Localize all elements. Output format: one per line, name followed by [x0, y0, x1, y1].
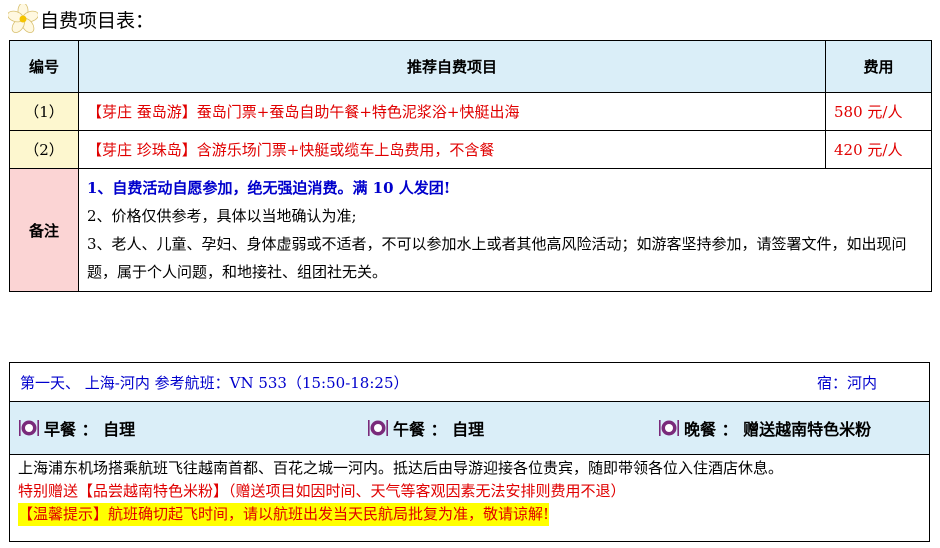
row-number: （1） [9, 92, 79, 131]
row-fee: 580 元/人 [825, 92, 932, 131]
table-row: （1） 【芽庄 蚕岛游】蚕岛门票+蚕岛自助午餐+特色泥浆浴+快艇出海 580 元… [9, 92, 932, 131]
meal-icon [19, 420, 39, 436]
table-header-row: 编号 推荐自费项目 费用 [9, 40, 932, 93]
section-title: 自费项目表： [8, 2, 154, 36]
table-row: （2） 【芽庄 珍珠岛】含游乐场门票+快艇或缆车上岛费用，不含餐 420 元/人 [9, 130, 932, 169]
day-heading: 第一天、 上海-河内 参考航班：VN 533（15:50-18:25） [20, 373, 409, 392]
notes-cell: 1、自费活动自愿参加，绝无强迫消费。满 10 人发团! 2、价格仅供参考，具体以… [78, 168, 932, 292]
dinner-text: 晚餐 ： 赠送越南特色米粉 [684, 420, 872, 439]
day-tip: 【温馨提示】航班确切起飞时间，请以航班出发当天民航局批复为准，敬请谅解! [18, 503, 550, 526]
fee-table: 编号 推荐自费项目 费用 （1） 【芽庄 蚕岛游】蚕岛门票+蚕岛自助午餐+特色泥… [9, 40, 932, 292]
note-3: 3、老人、儿童、孕妇、身体虚弱或不适者，不可以参加水上或者其他高风险活动；如游客… [87, 235, 907, 281]
day-gift: 特别赠送【品尝越南特色米粉】（赠送项目如因时间、天气等客观因素无法安排则费用不退… [18, 482, 626, 500]
breakfast-text: 早餐 ： 自理 [44, 420, 136, 439]
note-2: 2、价格仅供参考，具体以当地确认为准; [87, 207, 357, 225]
meal-dinner: 晚餐 ： 赠送越南特色米粉 [658, 416, 871, 440]
notes-label: 备注 [9, 168, 79, 292]
page-title: 自费项目表： [40, 9, 155, 32]
header-fee: 费用 [825, 40, 932, 93]
day-heading-row: 第一天、 上海-河内 参考航班：VN 533（15:50-18:25） 宿：河内 [10, 363, 929, 402]
meals-row: 早餐 ： 自理 午餐 ： 自理 晚餐 ： 赠送越南特色米粉 [10, 402, 929, 455]
meal-breakfast: 早餐 ： 自理 [18, 416, 135, 440]
row-item: 【芽庄 蚕岛游】蚕岛门票+蚕岛自助午餐+特色泥浆浴+快艇出海 [78, 92, 826, 131]
note-1: 1、自费活动自愿参加，绝无强迫消费。满 10 人发团! [87, 179, 451, 197]
day-description-block: 上海浦东机场搭乘航班飞往越南首都、百花之城一河内。抵达后由导游迎接各位贵宾，随即… [10, 455, 929, 528]
row-item: 【芽庄 珍珠岛】含游乐场门票+快艇或缆车上岛费用，不含餐 [78, 130, 826, 169]
day-description: 上海浦东机场搭乘航班飞往越南首都、百花之城一河内。抵达后由导游迎接各位贵宾，随即… [18, 459, 784, 477]
day-one-section: 第一天、 上海-河内 参考航班：VN 533（15:50-18:25） 宿：河内… [9, 362, 930, 542]
row-number: （2） [9, 130, 79, 169]
meal-icon [368, 420, 388, 436]
header-item: 推荐自费项目 [78, 40, 826, 93]
day-stay: 宿：河内 [816, 373, 877, 392]
row-fee: 420 元/人 [825, 130, 932, 169]
meal-lunch: 午餐 ： 自理 [367, 416, 484, 440]
lunch-text: 午餐 ： 自理 [393, 420, 485, 439]
header-number: 编号 [9, 40, 79, 93]
meal-icon [659, 420, 679, 436]
notes-row: 备注 1、自费活动自愿参加，绝无强迫消费。满 10 人发团! 2、价格仅供参考，… [9, 168, 932, 292]
flower-icon [8, 4, 38, 33]
